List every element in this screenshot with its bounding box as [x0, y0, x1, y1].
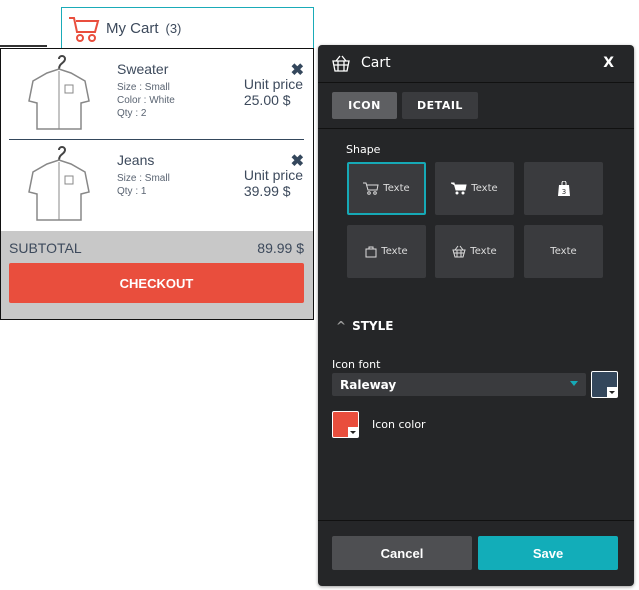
unit-price-label: Unit price [243, 167, 303, 183]
style-heading: STYLE [352, 319, 394, 333]
shape-label: Shape [346, 143, 381, 156]
shirt-icon [28, 146, 90, 221]
cart-item: Jeans Size : Small Qty : 1 ✖ Unit price 39… [1, 140, 313, 231]
shopping-bag-count-icon: 3 [557, 181, 570, 196]
icon-font-select[interactable]: Raleway [332, 373, 586, 396]
shape-option-cart-solid[interactable]: Texte [435, 162, 514, 215]
shape-text: Texte [470, 246, 497, 257]
shape-option-bag-count[interactable]: 3 [524, 162, 603, 215]
my-cart-widget[interactable]: My Cart (3) [61, 7, 314, 49]
close-button[interactable]: X [603, 55, 614, 71]
tab-detail[interactable]: DETAIL [402, 92, 478, 119]
dropdown-arrow-icon [607, 387, 617, 397]
font-color-picker[interactable] [591, 371, 618, 398]
cart-item: Sweater Size : Small Color : White Qty : 2… [1, 49, 313, 140]
cart-dropdown: Sweater Size : Small Color : White Qty : 2… [0, 48, 314, 320]
divider [0, 45, 47, 47]
shape-option-text-only[interactable]: Texte [524, 225, 603, 278]
item-qty: Qty : 1 [117, 186, 147, 197]
dropdown-arrow-icon [570, 381, 578, 386]
unit-price: 25.00 $ [243, 92, 291, 108]
divider [318, 128, 634, 129]
shape-option-bag-outline[interactable]: Texte [347, 225, 426, 278]
cart-count: (3) [165, 21, 182, 36]
bag-outline-icon [365, 246, 377, 258]
icon-font-label: Icon font [332, 358, 381, 371]
shape-text: Texte [471, 183, 498, 194]
subtotal-label: SUBTOTAL [9, 240, 82, 256]
item-size: Size : Small [117, 82, 170, 93]
unit-price-label: Unit price [243, 76, 303, 92]
unit-price: 39.99 $ [243, 183, 291, 199]
panel-header: Cart X [318, 45, 634, 83]
basket-icon [332, 55, 350, 72]
subtotal-section: SUBTOTAL 89.99 $ CHECKOUT [1, 231, 313, 319]
shape-text: Texte [550, 246, 577, 257]
cart-title: My Cart [106, 20, 159, 37]
tab-icon[interactable]: ICON [332, 92, 397, 119]
divider [318, 520, 634, 521]
item-name: Sweater [117, 61, 169, 77]
shape-text: Texte [383, 183, 410, 194]
chevron-up-icon: ^ [336, 319, 347, 333]
icon-color-label: Icon color [372, 418, 426, 431]
icon-color-picker[interactable] [332, 411, 359, 438]
cart-outline-icon [363, 182, 379, 195]
cart-solid-icon [451, 182, 467, 195]
cancel-button[interactable]: Cancel [332, 536, 472, 570]
shirt-icon [28, 55, 90, 130]
item-color: Color : White [117, 95, 175, 106]
shape-text: Texte [381, 246, 408, 257]
item-qty: Qty : 2 [117, 108, 147, 119]
basket-icon [452, 245, 466, 258]
bag-count-text: 3 [561, 188, 565, 196]
cart-icon [69, 16, 100, 42]
dropdown-arrow-icon [348, 427, 358, 437]
shape-option-cart-outline[interactable]: Texte [347, 162, 426, 215]
panel-title: Cart [361, 55, 391, 71]
subtotal-value: 89.99 $ [257, 240, 304, 256]
item-name: Jeans [117, 152, 155, 168]
style-section-toggle[interactable]: ^ STYLE [336, 319, 393, 333]
icon-font-value: Raleway [340, 377, 397, 392]
checkout-button[interactable]: CHECKOUT [9, 263, 304, 303]
shape-option-basket[interactable]: Texte [435, 225, 514, 278]
item-size: Size : Small [117, 173, 170, 184]
cart-settings-panel: Cart X ICON DETAIL Shape Texte Texte 3 T… [318, 45, 634, 586]
save-button[interactable]: Save [478, 536, 618, 570]
